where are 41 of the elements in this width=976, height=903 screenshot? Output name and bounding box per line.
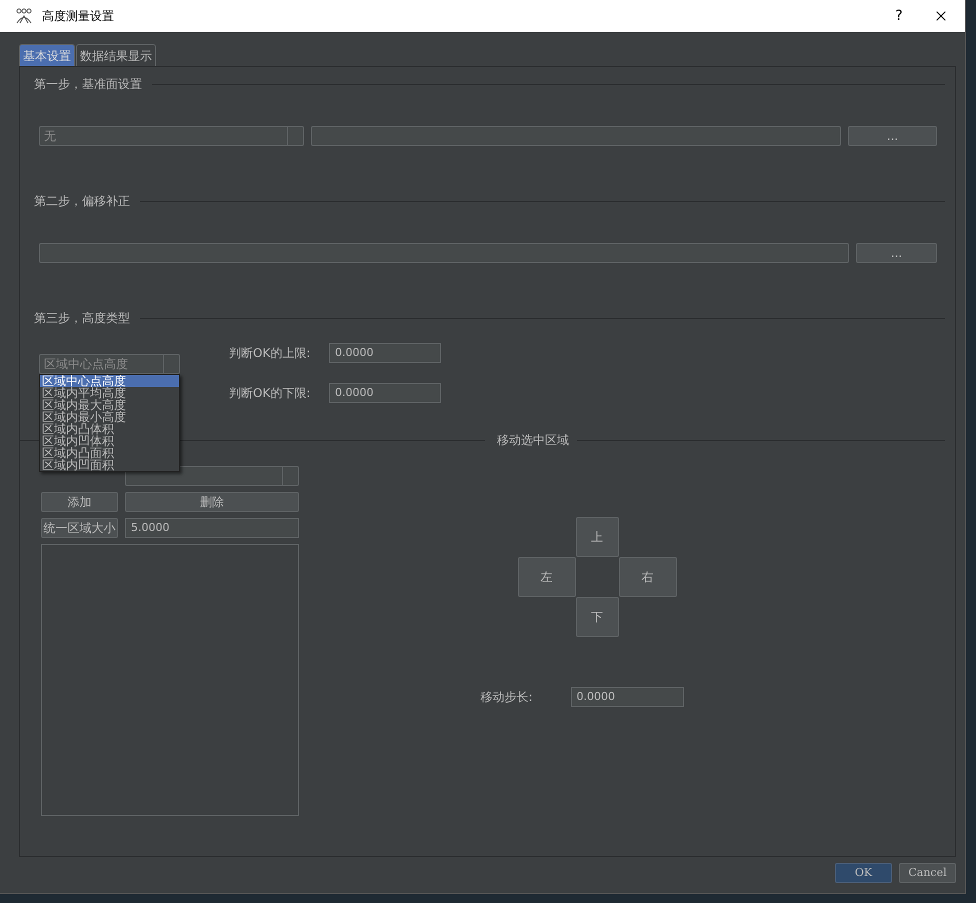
up-button[interactable]: 上 bbox=[576, 517, 618, 557]
number-field[interactable]: 0.0000 bbox=[329, 343, 441, 363]
tab[interactable]: 基本设置 bbox=[19, 44, 75, 66]
dropdown-option[interactable]: 区域内凸面积 bbox=[40, 447, 179, 459]
dropdown[interactable]: 无 bbox=[39, 126, 304, 146]
left-button[interactable]: 左 bbox=[518, 557, 576, 597]
field-label: 判断OK的下限: bbox=[229, 385, 312, 402]
field-label: 判断OK的上限: bbox=[229, 345, 312, 362]
path-field[interactable] bbox=[311, 126, 841, 146]
dropdown-option[interactable]: 区域内最小高度 bbox=[40, 411, 179, 423]
dropdown-option[interactable]: 区域内凹体积 bbox=[40, 435, 179, 447]
dropdown[interactable] bbox=[125, 466, 299, 486]
help-button[interactable]: ? bbox=[879, 1, 919, 31]
step-field[interactable]: 0.0000 bbox=[570, 687, 684, 707]
down-button[interactable]: 下 bbox=[576, 597, 618, 637]
dropdown-option[interactable]: 区域内凸体积 bbox=[40, 423, 179, 435]
section-title: 移动选中区域 bbox=[497, 432, 569, 449]
dropdown-option[interactable]: 区域内平均高度 bbox=[40, 387, 179, 399]
browse-button[interactable]: ... bbox=[848, 126, 937, 146]
section-title: 第二步，偏移补正 bbox=[34, 193, 130, 210]
app-icon bbox=[15, 8, 33, 24]
window-title: 高度测量设置 bbox=[42, 8, 114, 25]
browse-button[interactable]: ... bbox=[856, 243, 937, 263]
dropdown-option[interactable]: 区域内最大高度 bbox=[40, 399, 179, 411]
ok-button[interactable]: OK bbox=[835, 863, 892, 883]
number-field[interactable]: 0.0000 bbox=[329, 383, 441, 403]
tab[interactable]: 数据结果显示 bbox=[76, 44, 156, 66]
dropdown[interactable]: 区域中心点高度 bbox=[39, 354, 180, 374]
section-title: 第三步，高度类型 bbox=[34, 310, 130, 327]
path-field[interactable] bbox=[39, 243, 849, 263]
delete-button[interactable]: 删除 bbox=[125, 492, 299, 512]
right-button[interactable]: 右 bbox=[618, 557, 676, 597]
dropdown-option[interactable]: 区域中心点高度 bbox=[40, 375, 179, 387]
uniform-size-button[interactable]: 统一区域大小 bbox=[41, 518, 118, 538]
region-list[interactable] bbox=[41, 544, 299, 816]
add-button[interactable]: 添加 bbox=[41, 492, 118, 512]
size-field[interactable]: 5.0000 bbox=[125, 518, 299, 538]
field-label: 移动步长: bbox=[480, 689, 534, 706]
cancel-button[interactable]: Cancel bbox=[899, 863, 956, 883]
section-title: 第一步，基准面设置 bbox=[34, 76, 142, 93]
dropdown-option[interactable]: 区域内凹面积 bbox=[40, 459, 179, 471]
